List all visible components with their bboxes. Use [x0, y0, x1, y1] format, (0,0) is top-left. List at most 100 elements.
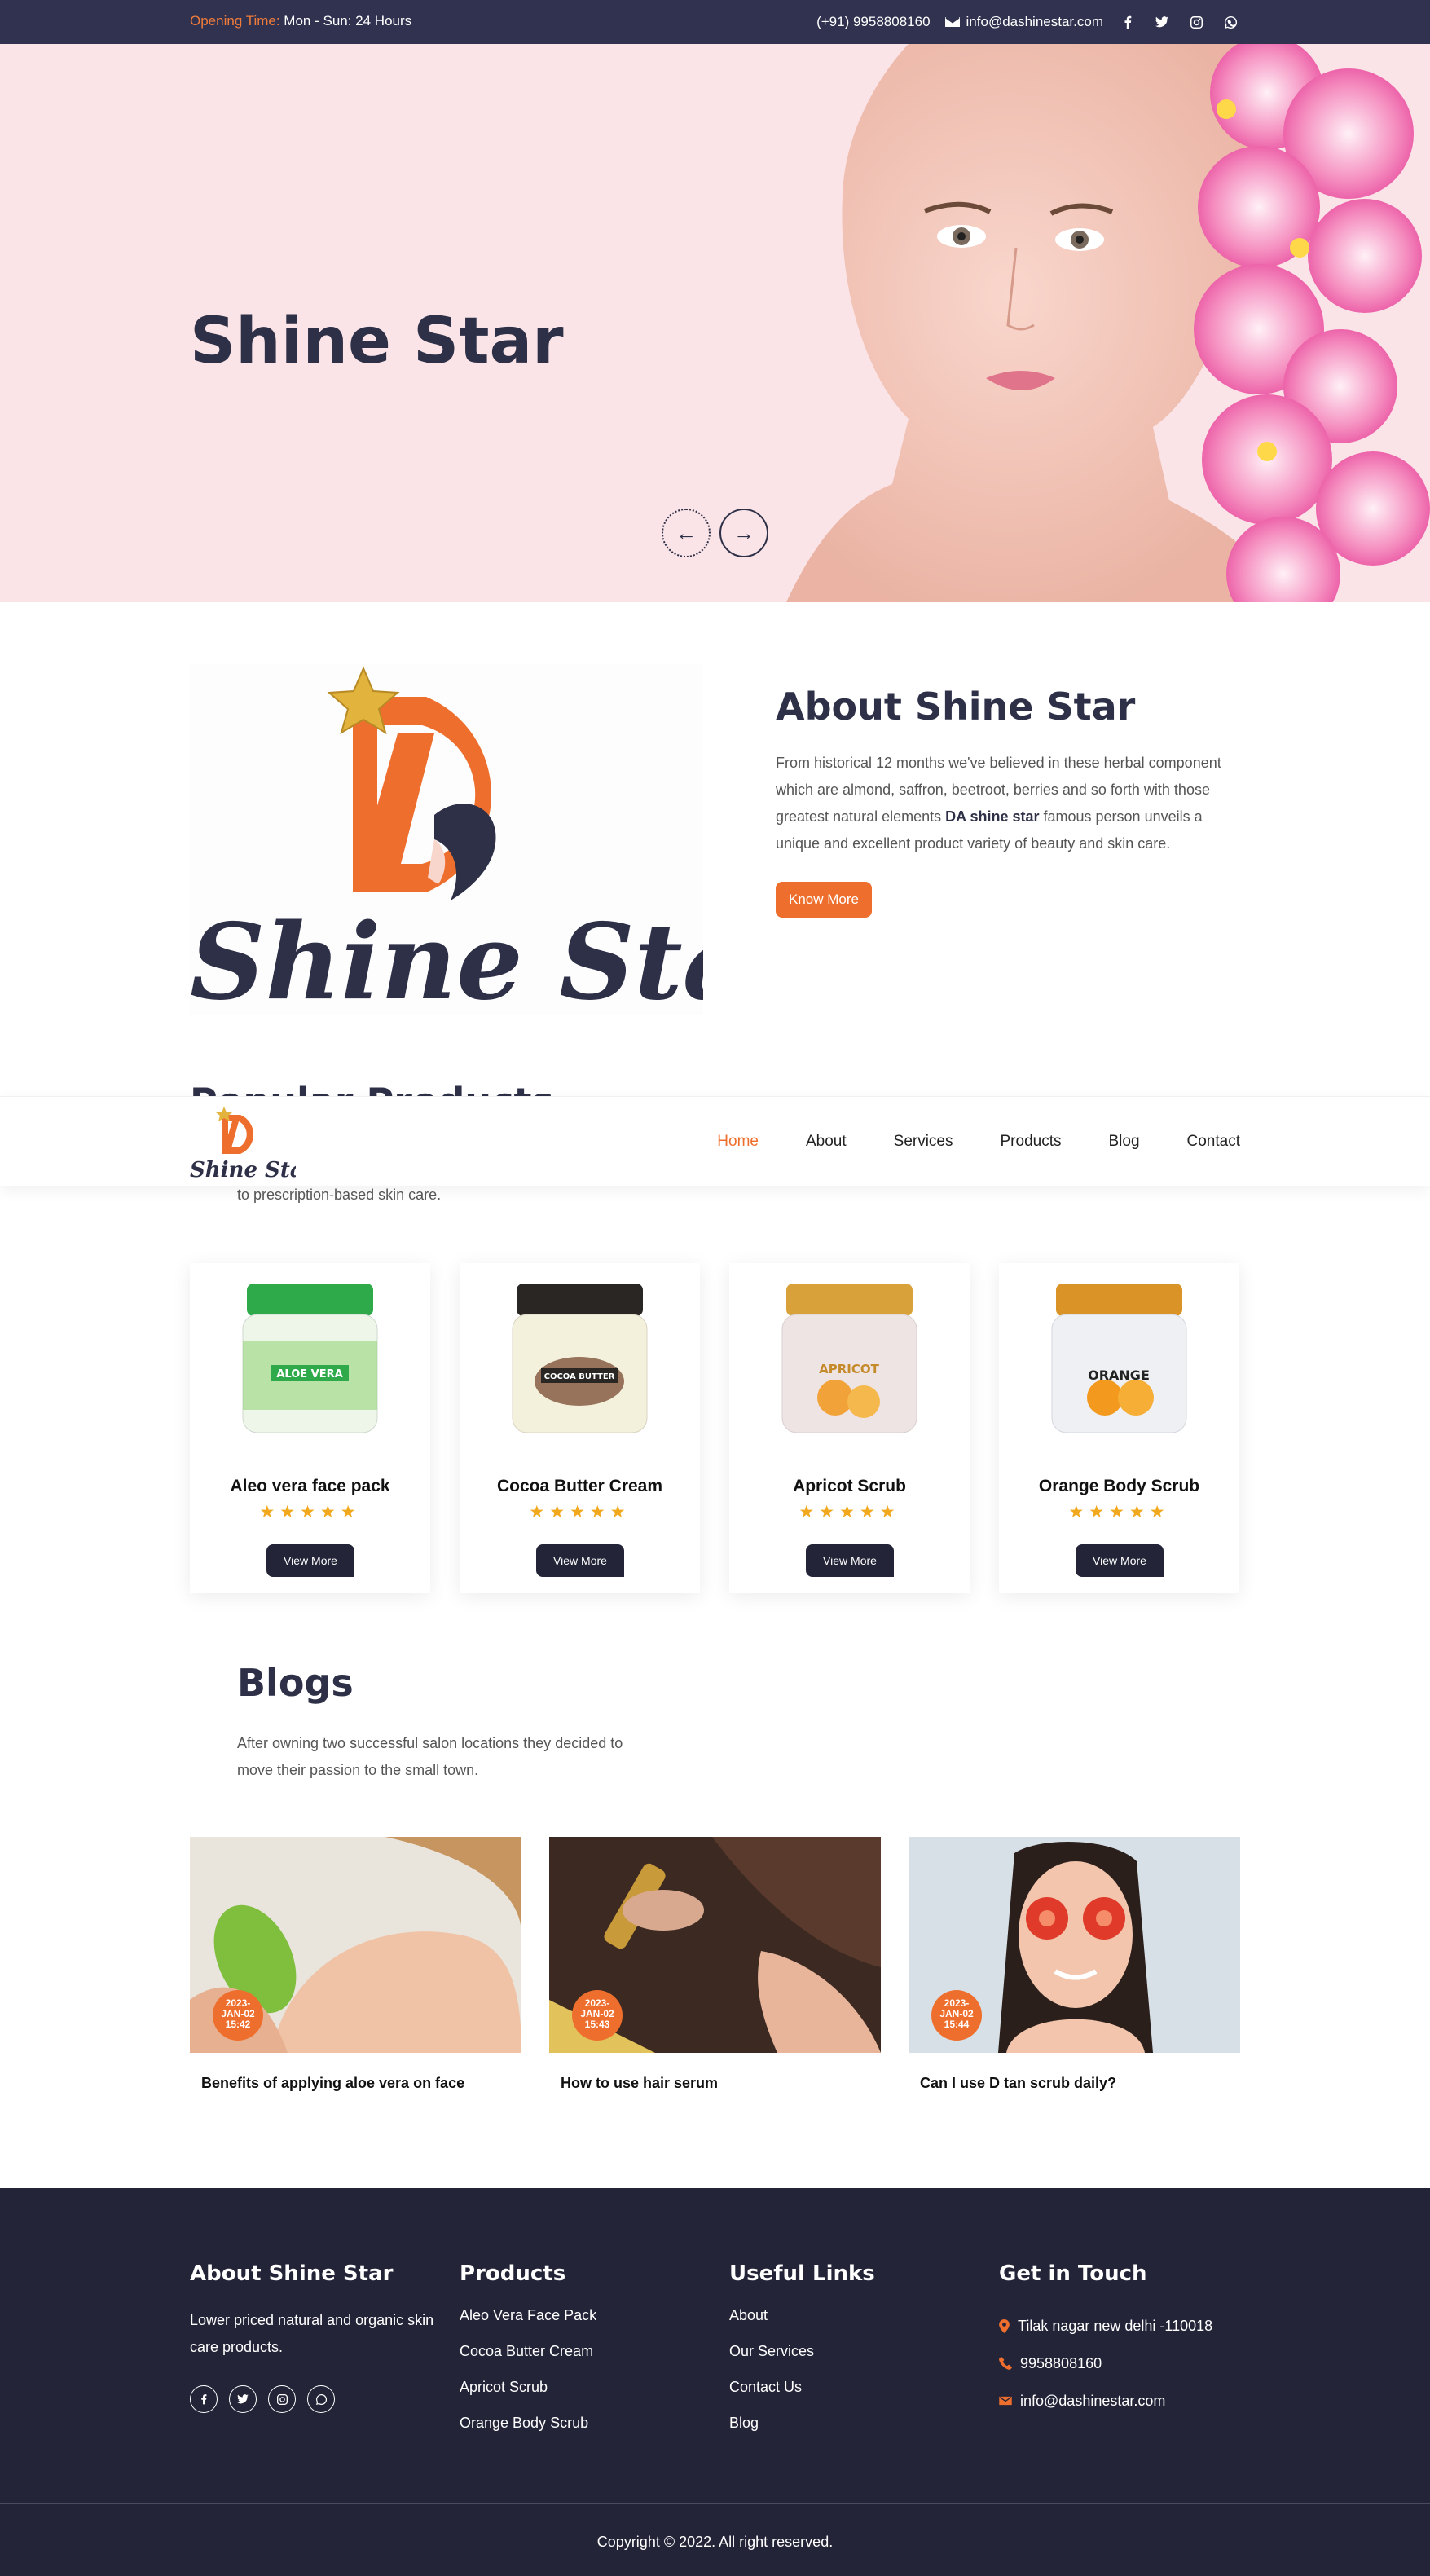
nav-item-products[interactable]: Products	[1001, 1133, 1062, 1151]
facebook-icon[interactable]	[1118, 12, 1137, 32]
twitter-icon[interactable]	[1152, 12, 1172, 32]
copyright-text: Copyright © 2022. All right reserved.	[596, 2534, 834, 2550]
footer-link-contact[interactable]: Contact Us	[729, 2379, 875, 2415]
map-marker-icon	[999, 2318, 1010, 2333]
site-footer: About Shine Star Lower priced natural an…	[0, 2188, 1430, 2576]
opening-time: Opening Time: Mon - Sun: 24 Hours	[190, 13, 411, 29]
blogs-title: Blogs	[237, 1661, 354, 1705]
date-time: 15:44	[944, 2019, 970, 2030]
footer-product-link[interactable]: Apricot Scrub	[460, 2379, 596, 2415]
view-more-button[interactable]: View More	[1076, 1544, 1164, 1577]
top-email[interactable]: info@dashinestar.com	[944, 14, 1103, 30]
product-name: Cocoa Butter Cream	[496, 1477, 663, 1495]
jar-label: COCOA BUTTER	[544, 1372, 615, 1381]
top-email-text: info@dashinestar.com	[966, 14, 1103, 29]
opening-time-label: Opening Time:	[190, 13, 280, 29]
product-image-aloe-vera: ALOE VERA	[242, 1284, 378, 1433]
product-image-orange: ORANGE	[1051, 1284, 1187, 1433]
arrow-left-icon: ←	[675, 520, 697, 545]
blog-card[interactable]: 2023- JAN-02 15:42 Benefits of applying al…	[190, 1837, 521, 2106]
nav-logo-text: Shine Star	[190, 1158, 296, 1180]
whatsapp-icon[interactable]	[307, 2385, 335, 2413]
about-content: About Shine Star From historical 12 mont…	[776, 685, 1240, 918]
nav-item-services[interactable]: Services	[894, 1133, 953, 1151]
top-bar: Opening Time: Mon - Sun: 24 Hours (+91) …	[0, 0, 1430, 44]
hero-banner: Shine Star ← →	[0, 44, 1430, 602]
blog-card[interactable]: 2023- JAN-02 15:44 Can I use D tan scrub d…	[909, 1837, 1240, 2106]
envelope-icon	[999, 2396, 1012, 2406]
footer-product-link[interactable]: Orange Body Scrub	[460, 2415, 596, 2451]
product-image-cocoa-butter: COCOA BUTTER	[512, 1284, 648, 1433]
view-more-button[interactable]: View More	[266, 1544, 354, 1577]
footer-email[interactable]: info@dashinestar.com	[999, 2382, 1212, 2420]
hero-title: Shine Star	[190, 305, 564, 378]
view-more-button[interactable]: View More	[806, 1544, 894, 1577]
blog-title[interactable]: Can I use D tan scrub daily?	[920, 2075, 1116, 2092]
footer-phone[interactable]: 9958808160	[999, 2345, 1212, 2382]
date-day: JAN-02	[939, 2008, 974, 2019]
top-phone[interactable]: (+91) 9958808160	[816, 14, 930, 30]
product-card[interactable]: ORANGE Orange Body Scrub ★★★★★ View More	[999, 1263, 1239, 1593]
know-more-button[interactable]: Know More	[776, 882, 872, 918]
blog-date-badge: 2023- JAN-02 15:44	[931, 1990, 982, 2041]
product-card[interactable]: COCOA BUTTER Cocoa Butter Cream ★★★★★ Vi…	[460, 1263, 700, 1593]
footer-about-text: Lower priced natural and organic skin ca…	[190, 2312, 434, 2355]
slider-next-button[interactable]: →	[719, 509, 768, 557]
footer-phone-text: 9958808160	[1020, 2354, 1102, 2371]
footer-products-title: Products	[460, 2261, 566, 2286]
jar-label: ORANGE	[1088, 1367, 1150, 1383]
twitter-icon[interactable]	[229, 2385, 257, 2413]
product-card[interactable]: ALOE VERA Aleo vera face pack ★★★★★ View…	[190, 1263, 430, 1593]
main-navbar: Shine Star Home About Services Products …	[0, 1096, 1430, 1186]
footer-about-title: About Shine Star	[190, 2261, 394, 2286]
nav-logo[interactable]: Shine Star	[190, 1105, 296, 1180]
footer-link-services[interactable]: Our Services	[729, 2343, 875, 2379]
jar-label: APRICOT	[819, 1362, 879, 1376]
product-image-apricot: APRICOT	[781, 1284, 917, 1433]
blog-card[interactable]: 2023- JAN-02 15:43 How to use hair serum	[549, 1837, 881, 2106]
blogs-subtitle: After owning two successful salon locati…	[237, 1735, 623, 1778]
whatsapp-icon[interactable]	[1221, 12, 1240, 32]
product-name: Aleo vera face pack	[230, 1477, 390, 1495]
facebook-icon[interactable]	[190, 2385, 218, 2413]
blog-date-badge: 2023- JAN-02 15:43	[572, 1990, 623, 2041]
products-section-title: Popular Products	[190, 1080, 554, 1096]
product-card[interactable]: APRICOT Apricot Scrub ★★★★★ View More	[729, 1263, 970, 1593]
instagram-icon[interactable]	[1186, 12, 1206, 32]
slider-prev-button[interactable]: ←	[662, 509, 711, 557]
nav-item-about[interactable]: About	[806, 1133, 847, 1151]
star-rating-icon: ★★★★★	[799, 1503, 900, 1521]
nav-item-contact[interactable]: Contact	[1187, 1133, 1240, 1151]
envelope-icon	[944, 17, 960, 27]
hero-model-image	[786, 44, 1430, 602]
logo-wordmark: Shine Star	[190, 901, 703, 1015]
opening-time-hours: Mon - Sun: 24 Hours	[284, 13, 412, 29]
blog-title[interactable]: Benefits of applying aloe vera on face	[201, 2075, 464, 2092]
product-name: Orange Body Scrub	[1038, 1477, 1200, 1495]
date-year: 2023-	[944, 1997, 970, 2009]
orchid-flowers	[1194, 44, 1430, 602]
phone-icon	[999, 2357, 1012, 2370]
product-name: Apricot Scrub	[793, 1477, 906, 1495]
jar-label: ALOE VERA	[276, 1368, 342, 1380]
view-more-button[interactable]: View More	[536, 1544, 624, 1577]
footer-link-blog[interactable]: Blog	[729, 2415, 875, 2451]
top-bar-contact: (+91) 9958808160 info@dashinestar.com	[816, 0, 1240, 44]
nav-item-blog[interactable]: Blog	[1108, 1133, 1139, 1151]
date-year: 2023-	[225, 1997, 251, 2009]
footer-useful-links: Useful Links About Our Services Contact …	[729, 2261, 875, 2451]
instagram-icon[interactable]	[268, 2385, 296, 2413]
footer-about: About Shine Star Lower priced natural an…	[190, 2261, 434, 2413]
footer-address: Tilak nagar new delhi -110018	[999, 2307, 1212, 2345]
footer-product-link[interactable]: Aleo Vera Face Pack	[460, 2307, 596, 2343]
footer-email-text: info@dashinestar.com	[1020, 2392, 1166, 2409]
date-time: 15:42	[225, 2019, 251, 2030]
star-rating-icon: ★★★★★	[1068, 1503, 1170, 1521]
footer-contact-title: Get in Touch	[999, 2261, 1147, 2286]
blog-date-badge: 2023- JAN-02 15:42	[213, 1990, 263, 2041]
nav-item-home[interactable]: Home	[717, 1133, 759, 1151]
footer-link-about[interactable]: About	[729, 2307, 875, 2343]
footer-product-link[interactable]: Cocoa Butter Cream	[460, 2343, 596, 2379]
blog-title[interactable]: How to use hair serum	[561, 2075, 718, 2092]
about-description: From historical 12 months we've believed…	[776, 750, 1240, 857]
